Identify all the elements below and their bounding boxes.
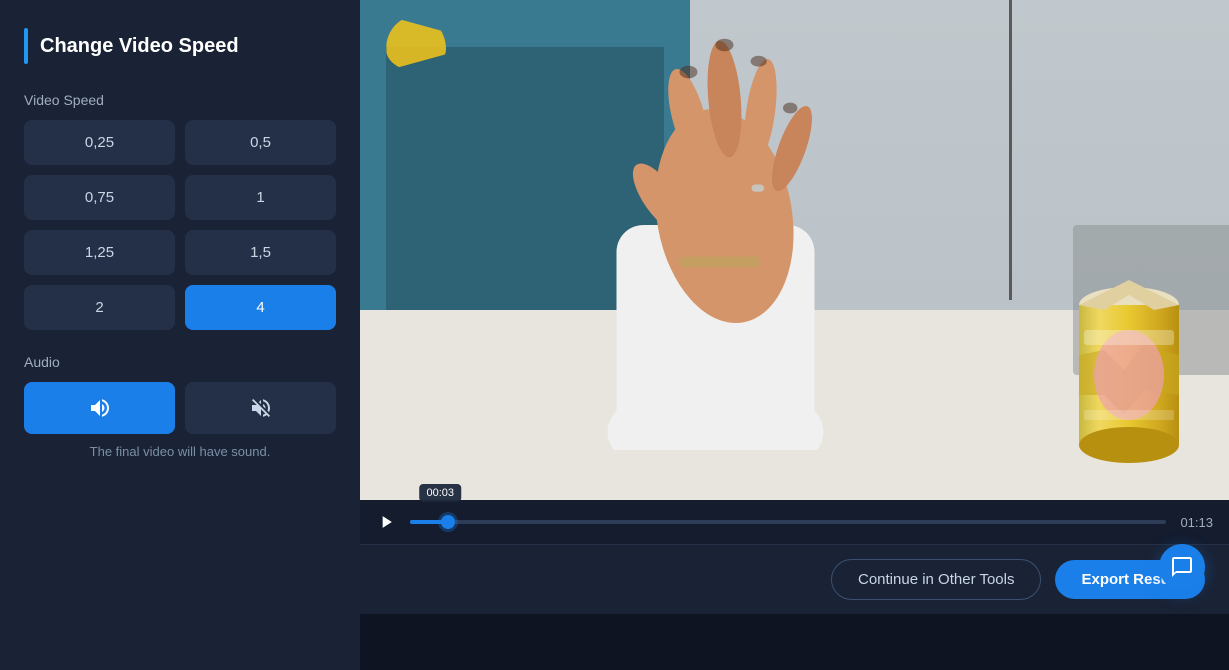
progress-track[interactable] bbox=[410, 520, 1166, 524]
lamp-pole bbox=[1009, 0, 1012, 300]
hand-arm bbox=[551, 0, 916, 450]
speed-button-2[interactable]: 2 bbox=[24, 285, 175, 330]
audio-off-button[interactable] bbox=[185, 382, 336, 434]
progress-wrapper[interactable]: 00:03 bbox=[410, 512, 1166, 532]
can-svg bbox=[1064, 275, 1194, 485]
hand-svg bbox=[551, 0, 916, 450]
speed-grid: 0,250,50,7511,251,524 bbox=[24, 120, 336, 330]
speaker-on-icon bbox=[88, 396, 112, 420]
speed-button-0-75[interactable]: 0,75 bbox=[24, 175, 175, 220]
audio-grid bbox=[24, 382, 336, 434]
time-total: 01:13 bbox=[1180, 515, 1213, 530]
video-frame bbox=[360, 0, 1229, 500]
speed-section-label: Video Speed bbox=[24, 92, 336, 108]
crushed-can bbox=[1064, 275, 1194, 485]
speed-button-1-5[interactable]: 1,5 bbox=[185, 230, 336, 275]
continue-other-tools-button[interactable]: Continue in Other Tools bbox=[831, 559, 1041, 600]
play-button[interactable] bbox=[376, 512, 396, 532]
player-controls: 00:03 01:13 bbox=[360, 500, 1229, 544]
progress-thumb[interactable] bbox=[441, 515, 455, 529]
footer-bar: Continue in Other Tools Export Result bbox=[360, 544, 1229, 614]
right-panel: 00:03 01:13 Continue in Other Tools Expo… bbox=[360, 0, 1229, 670]
speed-button-4[interactable]: 4 bbox=[185, 285, 336, 330]
panel-header: Change Video Speed bbox=[24, 28, 336, 64]
chat-bubble-button[interactable] bbox=[1159, 544, 1205, 590]
play-icon bbox=[376, 512, 396, 532]
panel-title: Change Video Speed bbox=[40, 35, 239, 58]
speed-button-0-25[interactable]: 0,25 bbox=[24, 120, 175, 165]
audio-section-label: Audio bbox=[24, 354, 336, 370]
time-tooltip: 00:03 bbox=[419, 484, 461, 502]
audio-note: The final video will have sound. bbox=[24, 444, 336, 459]
chat-icon bbox=[1170, 555, 1194, 579]
speaker-off-icon bbox=[249, 396, 273, 420]
speed-button-0-5[interactable]: 0,5 bbox=[185, 120, 336, 165]
accent-bar bbox=[24, 28, 28, 64]
left-panel: Change Video Speed Video Speed 0,250,50,… bbox=[0, 0, 360, 670]
speed-button-1-25[interactable]: 1,25 bbox=[24, 230, 175, 275]
audio-on-button[interactable] bbox=[24, 382, 175, 434]
speed-button-1[interactable]: 1 bbox=[185, 175, 336, 220]
